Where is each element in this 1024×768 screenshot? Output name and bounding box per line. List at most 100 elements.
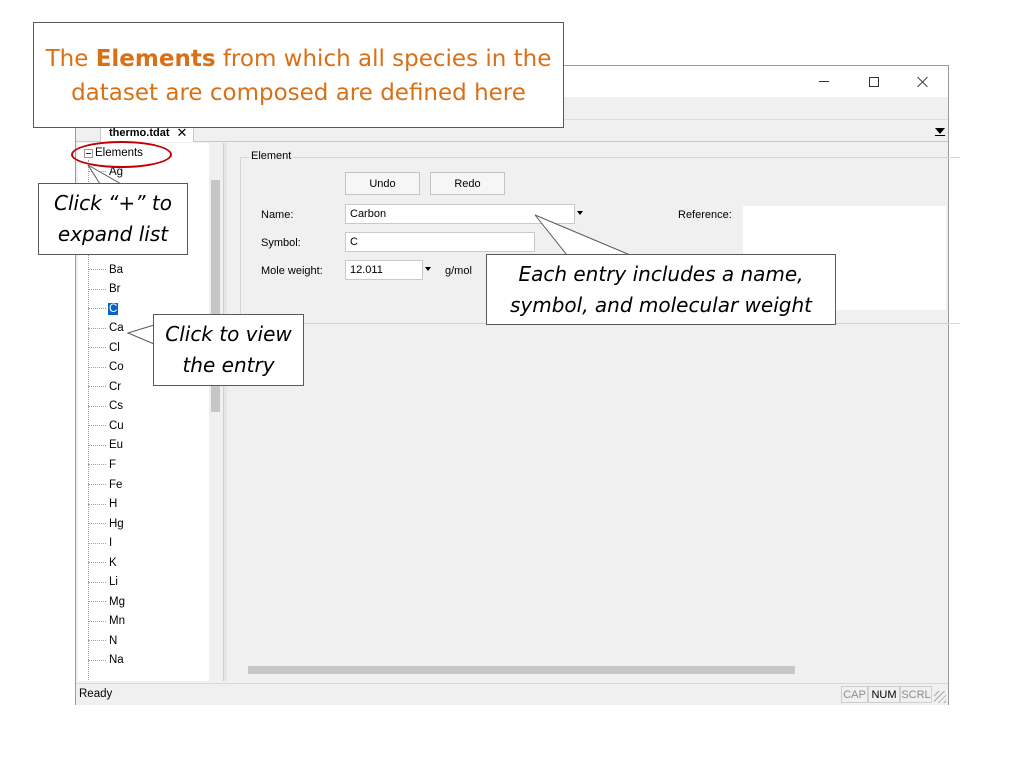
view-entry-annotation: Click to view the entry [153, 314, 304, 386]
undo-button[interactable]: Undo [345, 172, 420, 195]
mole-weight-label: Mole weight: [261, 265, 323, 277]
tree-item-label: Mg [109, 595, 125, 608]
tree-item[interactable]: Cs [88, 397, 126, 417]
resize-grip-icon[interactable] [934, 691, 946, 703]
element-group-title: Element [249, 150, 294, 162]
tree-item[interactable]: Li [88, 572, 126, 592]
tree-item[interactable]: Ba [88, 260, 126, 280]
tree-connector [88, 484, 106, 486]
tree-item-label: Ca [109, 322, 124, 335]
tree-item-label: Co [109, 361, 124, 374]
tree-connector [88, 386, 106, 388]
maximize-icon [869, 76, 879, 87]
tree-connector [88, 601, 106, 603]
tab-list-dropdown-icon[interactable] [934, 125, 946, 137]
tree-connector [88, 464, 106, 466]
status-text: Ready [79, 688, 113, 700]
tree-item-label: Eu [109, 439, 124, 452]
num-indicator: NUM [868, 686, 900, 703]
redo-button[interactable]: Redo [430, 172, 505, 195]
tab-label: thermo.tdat [109, 126, 170, 139]
tree-item[interactable]: Hg [88, 514, 126, 534]
tree-item-label: Na [109, 654, 124, 667]
entry-annotation-line1: Each entry includes a name, [518, 262, 804, 286]
symbol-field[interactable]: C [345, 232, 535, 252]
tree-item[interactable]: Mn [88, 612, 126, 632]
unit-label: g/mol [445, 265, 472, 277]
tree-item-label: Cs [109, 400, 124, 413]
name-dropdown-icon[interactable] [577, 211, 583, 215]
tree-item-label: H [109, 498, 118, 511]
tree-item[interactable]: Ca [88, 318, 126, 338]
editor-horizontal-scrollbar[interactable] [228, 664, 948, 678]
minimize-icon [819, 81, 829, 82]
tree-connector [88, 444, 106, 446]
tree-item-label: F [109, 458, 117, 471]
tree-item-label: Br [109, 283, 121, 296]
tree-item[interactable]: Mg [88, 592, 126, 612]
view-annotation-line1: Click to view [165, 322, 292, 346]
elements-annotation: The Elements from which all species in t… [33, 22, 564, 128]
mole-weight-dropdown-icon[interactable] [425, 267, 431, 271]
editor-scroll-thumb[interactable] [248, 666, 795, 674]
view-annotation-line2: the entry [182, 353, 275, 377]
tree-item[interactable]: Na [88, 651, 126, 671]
tree-item[interactable]: N [88, 631, 126, 651]
expand-annotation-line1: Click “+” to [54, 191, 172, 215]
mole-weight-field[interactable]: 12.011 [345, 260, 423, 280]
close-icon [917, 76, 929, 88]
tree-item[interactable]: Cl [88, 338, 126, 358]
tree-item-label: K [109, 556, 117, 569]
tree-connector [88, 562, 106, 564]
entry-fields-annotation: Each entry includes a name, symbol, and … [486, 254, 836, 325]
reference-label: Reference: [678, 209, 732, 221]
cap-indicator: CAP [841, 686, 868, 703]
tree-item[interactable]: Fe [88, 475, 126, 495]
tree-item[interactable]: Cu [88, 416, 126, 436]
minimize-button[interactable] [801, 66, 847, 97]
symbol-label: Symbol: [261, 237, 301, 249]
tree-connector [88, 425, 106, 427]
expand-annotation-line2: expand list [57, 222, 169, 246]
status-bar: Ready CAP NUM SCRL [76, 683, 948, 705]
tree-connector [88, 659, 106, 661]
name-field[interactable]: Carbon [345, 204, 575, 224]
scrl-indicator: SCRL [900, 686, 932, 703]
tree-connector [88, 542, 106, 544]
tree-item-label: C [108, 302, 119, 315]
maximize-button[interactable] [851, 66, 897, 97]
tree-connector [88, 288, 106, 290]
tree-item-label: Cu [109, 419, 124, 432]
tree-connector [88, 523, 106, 525]
tree-item[interactable]: K [88, 553, 126, 573]
tree-connector [88, 327, 106, 329]
tree-connector [88, 347, 106, 349]
tree-connector [88, 581, 106, 583]
tree-item-label: I [109, 537, 113, 550]
tree-item[interactable]: Co [88, 357, 126, 377]
tree-item[interactable]: H [88, 494, 126, 514]
tree-item[interactable]: Eu [88, 436, 126, 456]
tree-item[interactable]: C [88, 299, 126, 319]
annotation-title-prefix: The [45, 46, 96, 72]
elements-highlight-ellipse [71, 141, 172, 168]
tree-connector [88, 269, 106, 270]
close-window-button[interactable] [900, 66, 946, 97]
tree-item-label: Cr [109, 380, 122, 393]
tree-connector [88, 503, 106, 505]
tree-item-label: Fe [109, 478, 123, 491]
tree-connector [88, 620, 106, 622]
tree-item[interactable]: I [88, 533, 126, 553]
name-label: Name: [261, 209, 294, 221]
tree-item[interactable]: Cr [88, 377, 126, 397]
tree-item[interactable]: Br [88, 279, 126, 299]
tree-connector [88, 171, 106, 173]
tree-item[interactable]: F [88, 455, 126, 475]
entry-annotation-line2: symbol, and molecular weight [509, 293, 812, 317]
tree-vertical-scrollbar[interactable] [209, 143, 223, 681]
panel-splitter[interactable] [223, 143, 227, 681]
tree-connector [88, 366, 106, 368]
tree-connector [88, 640, 106, 642]
tree-item-label: Ba [109, 263, 124, 276]
tree-item-label: Hg [109, 517, 124, 530]
